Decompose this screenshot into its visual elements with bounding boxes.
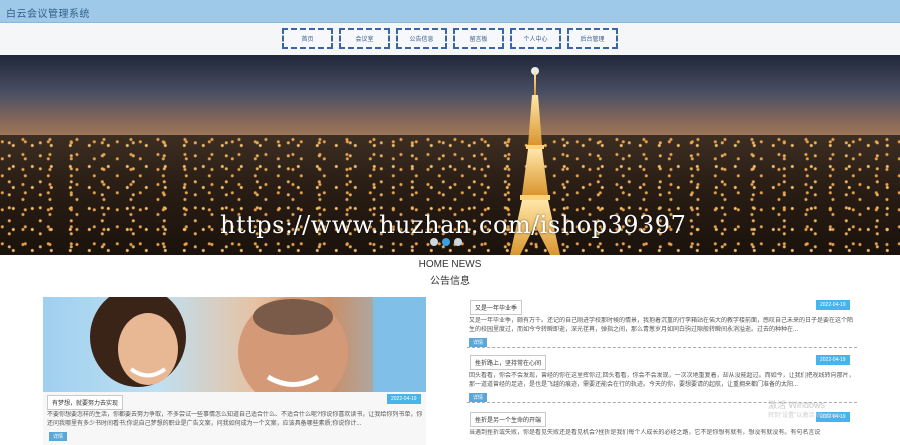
header-bar: 白云会议管理系统 [0,0,900,23]
list-item[interactable]: 又是一年毕业季 2022-04-19 又是一年毕业季，颇有万千。还记的自己刚进学… [467,297,857,349]
nav-item-personal-center[interactable]: 个人中心 [510,28,561,49]
news-item-title[interactable]: 挫折是另一个生命的开端 [470,412,547,427]
app-title: 白云会议管理系统 [6,9,90,20]
banner-watermark-text: https://www.huzhan.com/ishop39397 [220,211,687,239]
featured-news-date: 2022-04-19 [387,394,421,404]
featured-news-detail-badge[interactable]: 详情 [49,432,68,441]
news-item-excerpt: 当遇到挫折或失败，你是看见失败还是看见机会?挫折是我们每个人成长的必经之路，它不… [469,430,821,436]
featured-news-card[interactable]: 有梦想，就要努力去实现 2022-04-19 不要你想要怎样的生活，你都要去努力… [43,392,426,445]
news-heading-cn: 公告信息 [430,276,470,287]
carousel-dot-2[interactable] [442,238,450,246]
news-item-excerpt: 又是一年毕业季，颇有万千。还记的自己刚进学校那时候的情景，我抱着沉重的行李箱站在… [469,318,854,333]
nav-item-admin[interactable]: 后台管理 [567,28,618,49]
nav-item-meeting-room[interactable]: 会议室 [339,28,390,49]
featured-news-title[interactable]: 有梦想，就要努力去实现 [47,395,124,410]
carousel-indicators [430,238,462,246]
news-item-title[interactable]: 又是一年毕业季 [470,300,523,315]
news-heading-en: HOME NEWS [418,259,482,270]
news-item-detail-badge[interactable]: 详情 [469,393,488,402]
news-item-date: 2022-04-19 [816,300,850,310]
featured-news-image[interactable] [43,297,426,392]
main-nav: 首页 会议室 公告信息 留言板 个人中心 后台管理 [0,23,900,55]
couple-photo-image [90,297,426,392]
carousel-dot-3[interactable] [454,238,462,246]
nav-item-home[interactable]: 首页 [282,28,333,49]
news-item-date: 2022-04-19 [816,355,850,365]
news-list: 又是一年毕业季 2022-04-19 又是一年毕业季，颇有万千。还记的自己刚进学… [467,297,857,445]
news-item-detail-badge[interactable]: 详情 [469,338,488,347]
news-item-title[interactable]: 挫折路上，坚持常在心间 [470,355,547,370]
carousel-dot-1[interactable] [430,238,438,246]
divider [467,347,857,348]
news-heading: HOME NEWS 公告信息 [0,259,900,287]
nav-item-message-board[interactable]: 留言板 [453,28,504,49]
hero-banner[interactable]: https://www.huzhan.com/ishop39397 [0,55,900,255]
banner-sky [0,55,900,140]
list-item[interactable]: 挫折路上，坚持常在心间 2022-04-19 回头看看，你会不会发现，曾经的你在… [467,352,857,404]
nav-item-announcements[interactable]: 公告信息 [396,28,447,49]
windows-activation-subtitle: 转到"设置"以激活 Windows。 [768,413,847,419]
featured-news-excerpt: 不要你想要怎样的生活，你都要去努力争取，不多尝试一些事情怎么知道自己适合什么、不… [47,412,423,427]
news-item-excerpt: 回头看看，你会不会发现，曾经的你在这里挥你过;回头看看，你会不会发现，一次次地重… [469,373,855,388]
